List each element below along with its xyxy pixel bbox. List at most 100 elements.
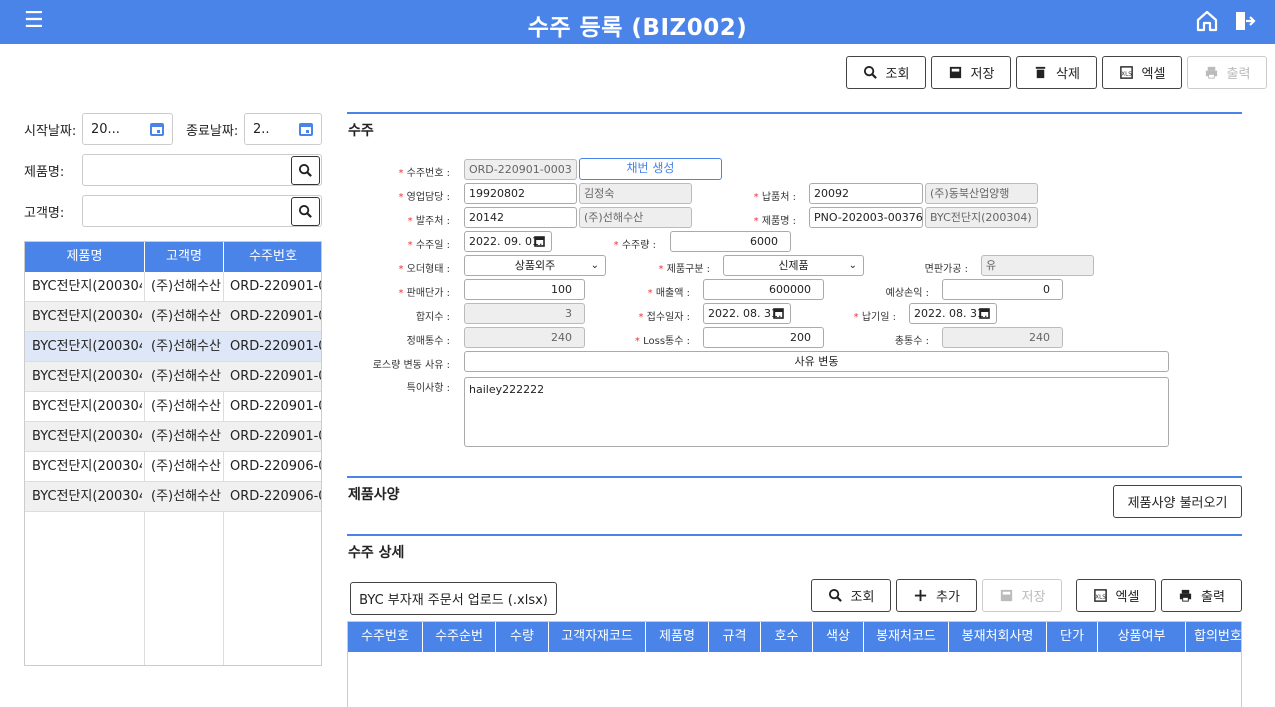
- total-count-label: 총통수 :: [894, 336, 929, 347]
- calendar-icon[interactable]: [299, 122, 313, 136]
- table-row[interactable]: BYC전단지(200304) (주)선해수산 ORD-220901-0005: [25, 392, 321, 422]
- customer-search-button[interactable]: [291, 197, 320, 226]
- col-product-name[interactable]: 제품명: [646, 622, 709, 652]
- table-row[interactable]: BYC전단지(200304) (주)선해수산 ORD-220901-0004: [25, 362, 321, 392]
- col-spec[interactable]: 규격: [709, 622, 761, 652]
- save-button[interactable]: 저장: [931, 56, 1011, 89]
- col-color[interactable]: 색상: [813, 622, 864, 652]
- loss-count-input[interactable]: 200: [703, 327, 824, 348]
- due-date-input[interactable]: 2022. 08. 31.: [909, 303, 997, 324]
- table-row[interactable]: BYC전단지(200304) (주)선해수산 ORD-220901-0001: [25, 272, 321, 302]
- order-list-table: 제품명 고객명 수주번호 BYC전단지(200304) (주)선해수산 ORD-…: [24, 241, 322, 666]
- print-button[interactable]: 출력: [1187, 56, 1267, 89]
- col-customer-material-code[interactable]: 고객자재코드: [549, 622, 646, 652]
- due-date-label: * 납기일 :: [853, 312, 896, 323]
- loss-reason-input[interactable]: 사유 변동: [464, 351, 1169, 372]
- excel-button[interactable]: XLS 엑셀: [1102, 56, 1182, 89]
- spec-section-title: 제품사양: [348, 487, 400, 503]
- search-icon: [863, 65, 877, 79]
- col-order-seq[interactable]: 수주순번: [423, 622, 496, 652]
- cell-customer: (주)선해수산: [151, 489, 221, 504]
- cell-order-no: ORD-220901-0002: [230, 309, 321, 324]
- sales-amount-label: * 매출액 :: [647, 288, 690, 299]
- delivery-label: * 납품처 :: [753, 192, 796, 203]
- upload-xlsx-button[interactable]: BYC 부자재 주문서 업로드 (.xlsx): [350, 582, 557, 615]
- col-sewer-code[interactable]: 봉재처코드: [864, 622, 949, 652]
- start-date-input[interactable]: 20...: [82, 113, 173, 145]
- col-quantity[interactable]: 수량: [496, 622, 549, 652]
- notes-textarea[interactable]: hailey222222: [464, 377, 1169, 447]
- sales-rep-name-field: 김정숙: [579, 183, 692, 204]
- generate-number-button[interactable]: 채번 생성: [579, 158, 722, 180]
- load-spec-button[interactable]: 제품사양 불러오기: [1113, 485, 1242, 518]
- customer-name-input[interactable]: [82, 195, 322, 227]
- delivery-id-field[interactable]: 20092: [809, 183, 923, 204]
- calendar-icon[interactable]: [773, 308, 784, 319]
- end-date-input[interactable]: 2..: [244, 113, 322, 145]
- detail-save-button[interactable]: 저장: [982, 579, 1062, 612]
- product-name-label: 제품명:: [24, 165, 65, 180]
- order-section-title: 수주: [348, 123, 374, 139]
- detail-print-label: 출력: [1201, 590, 1225, 605]
- detail-search-label: 조회: [850, 590, 875, 605]
- unit-price-input[interactable]: 100: [464, 279, 585, 300]
- loss-count-label: * Loss통수 :: [634, 336, 690, 347]
- end-date-label: 종료날짜:: [186, 124, 239, 139]
- plate-field: 유: [981, 255, 1094, 276]
- col-order-no[interactable]: 수주번호: [224, 242, 322, 272]
- svg-text:XLS: XLS: [1095, 594, 1106, 600]
- start-date-value: 20...: [91, 122, 120, 137]
- table-row[interactable]: BYC전단지(200304) (주)선해수산 ORD-220906-0002: [25, 482, 321, 512]
- col-agreement-no[interactable]: 합의번호: [1186, 622, 1241, 652]
- excel-button-label: 엑셀: [1141, 67, 1166, 82]
- col-order-no[interactable]: 수주번호: [348, 622, 423, 652]
- cell-customer: (주)선해수산: [151, 369, 221, 384]
- product-name-field: BYC전단지(200304): [925, 207, 1038, 228]
- cell-customer: (주)선해수산: [151, 339, 221, 354]
- notes-label: 특이사항 :: [406, 383, 450, 394]
- order-date-input[interactable]: 2022. 09. 01.: [464, 231, 552, 252]
- client-name-field: (주)선해수산: [579, 207, 692, 228]
- table-row[interactable]: BYC전단지(200304) (주)선해수산 ORD-220901-0006: [25, 422, 321, 452]
- col-goods-flag[interactable]: 상품여부: [1098, 622, 1186, 652]
- product-search-button[interactable]: [291, 156, 320, 185]
- search-button[interactable]: 조회: [846, 56, 926, 89]
- product-id-field[interactable]: PNO-202003-00376: [809, 207, 923, 228]
- sheets-label: 합지수 :: [415, 312, 450, 323]
- product-name-input[interactable]: [82, 154, 322, 186]
- order-type-select[interactable]: 상품외주 ⌄: [464, 255, 606, 276]
- search-icon: [298, 204, 312, 218]
- table-row[interactable]: BYC전단지(200304) (주)선해수산 ORD-220901-0002: [25, 302, 321, 332]
- detail-search-button[interactable]: 조회: [811, 579, 891, 612]
- col-size[interactable]: 호수: [761, 622, 813, 652]
- col-unit-price[interactable]: 단가: [1047, 622, 1098, 652]
- calendar-icon[interactable]: [979, 308, 990, 319]
- product-type-select[interactable]: 신제품 ⌄: [723, 255, 864, 276]
- delete-button[interactable]: 삭제: [1016, 56, 1097, 89]
- table-row-selected[interactable]: BYC전단지(200304) (주)선해수산 ORD-220901-0003: [25, 332, 321, 362]
- print-button-label: 출력: [1226, 67, 1251, 82]
- order-qty-input[interactable]: 6000: [670, 231, 791, 252]
- col-customer-name[interactable]: 고객명: [145, 242, 224, 272]
- product-type-label: * 제품구분 :: [658, 264, 710, 275]
- client-id-field[interactable]: 20142: [464, 207, 577, 228]
- cell-product: BYC전단지(200304): [32, 309, 142, 324]
- detail-excel-button[interactable]: XLS 엑셀: [1076, 579, 1156, 612]
- col-product-name[interactable]: 제품명: [25, 242, 145, 272]
- cell-product: BYC전단지(200304): [32, 399, 142, 414]
- detail-add-button[interactable]: 추가: [896, 579, 977, 612]
- receipt-date-input[interactable]: 2022. 08. 31.: [703, 303, 791, 324]
- calendar-icon[interactable]: [150, 122, 164, 136]
- col-sewer-company[interactable]: 봉재처회사명: [949, 622, 1047, 652]
- cell-order-no: ORD-220901-0006: [230, 429, 321, 444]
- sheets-field: 3: [464, 303, 585, 324]
- detail-save-label: 저장: [1021, 590, 1046, 605]
- home-icon[interactable]: [1195, 9, 1219, 33]
- table-row[interactable]: BYC전단지(200304) (주)선해수산 ORD-220906-0001: [25, 452, 321, 482]
- profit-input[interactable]: 0: [942, 279, 1063, 300]
- calendar-icon[interactable]: [534, 236, 545, 247]
- detail-print-button[interactable]: 출력: [1161, 579, 1242, 612]
- sales-amount-input[interactable]: 600000: [703, 279, 824, 300]
- logout-icon[interactable]: [1232, 9, 1256, 33]
- sales-rep-id-field[interactable]: 19920802: [464, 183, 577, 204]
